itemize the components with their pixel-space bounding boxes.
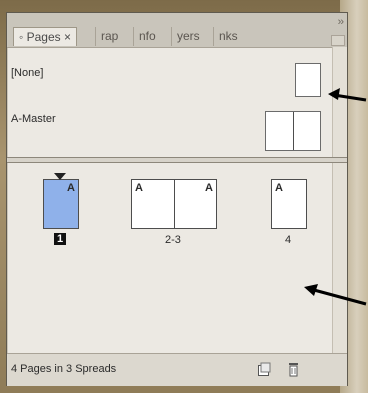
tab-info[interactable]: nfo [133,27,161,46]
panel-status-bar: 4 Pages in 3 Spreads [7,353,347,386]
delete-page-icon[interactable] [287,362,301,377]
page-number-4[interactable]: 4 [285,234,291,246]
collapse-button[interactable] [331,35,345,46]
page-master-prefix: A [205,182,213,194]
tab-layers[interactable]: yers [171,27,205,46]
page-master-prefix: A [135,182,143,194]
new-page-icon[interactable] [257,362,271,377]
tab-wrap[interactable]: rap [95,27,123,46]
arrow-annotation-icon [304,284,367,306]
panel-tab-bar: ◦ Pages × rap nfo yers nks ›› [7,13,347,48]
tab-links[interactable]: nks [213,27,243,46]
page-master-prefix: A [275,182,283,194]
spread-spine [174,180,175,228]
document-pages-section: A 1 A A 2-3 A 4 [7,163,333,353]
page-number-2-3[interactable]: 2-3 [165,234,181,246]
master-a-label: A-Master [11,113,56,125]
panel-menu-icon[interactable]: ›› [338,16,344,28]
master-none-label: [None] [11,67,44,79]
master-a-thumb[interactable] [265,111,321,151]
page-thumb-1[interactable]: A [43,179,79,229]
page-number-1[interactable]: 1 [54,233,67,245]
page-thumb-4[interactable]: A [271,179,307,229]
pages-panel: ◦ Pages × rap nfo yers nks ›› [None] A-M… [6,12,348,386]
master-a-spine [293,112,294,150]
master-none-thumb[interactable] [295,63,321,97]
pages-scrollbar[interactable] [332,163,347,353]
tab-pages[interactable]: ◦ Pages × [13,27,77,46]
page-master-prefix: A [67,182,75,194]
spread-marker-icon [54,173,66,180]
page-thumb-2-3[interactable]: A A [131,179,217,229]
arrow-annotation-icon [328,88,367,102]
page-count-status: 4 Pages in 3 Spreads [11,363,117,375]
masters-section: [None] A-Master [7,47,333,157]
